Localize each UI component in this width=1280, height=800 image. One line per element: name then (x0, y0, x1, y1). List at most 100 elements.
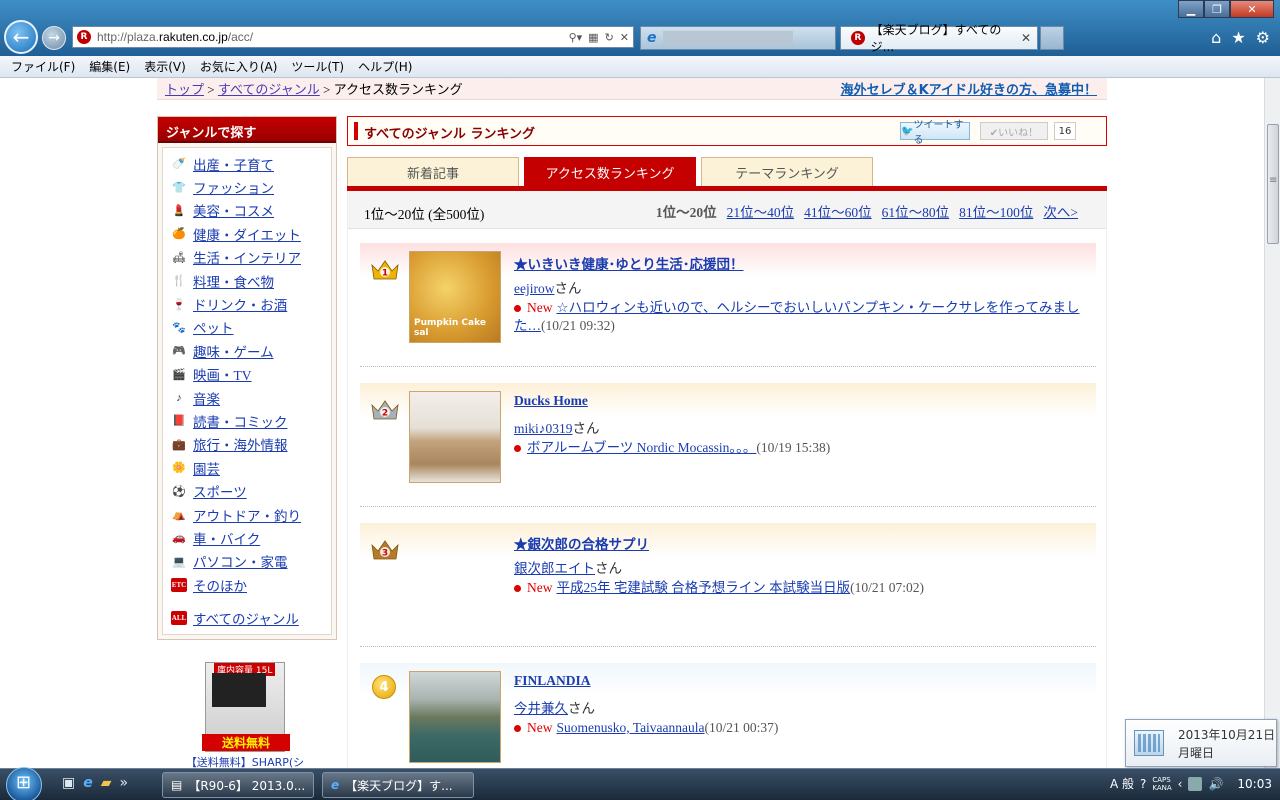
sidebar-item-4[interactable]: 🛋 生活・インテリア (163, 246, 331, 269)
help-icon[interactable]: ? (1140, 777, 1146, 791)
sidebar-item-14[interactable]: ⚽ スポーツ (163, 479, 331, 502)
like-button[interactable]: ✔いいね！ (980, 122, 1048, 140)
close-window-icon[interactable]: ✕ (1230, 0, 1274, 18)
more-quicklaunch-icon[interactable]: » (120, 775, 129, 791)
scroll-thumb[interactable] (1267, 124, 1279, 244)
sidebar-item-label[interactable]: 読書・コミック (193, 411, 288, 431)
vertical-scrollbar[interactable] (1264, 78, 1280, 768)
sidebar-item-1[interactable]: 👕 ファッション (163, 175, 331, 198)
post-title-link[interactable]: ボアルームブーツ Nordic Mocassin。。。 (527, 440, 756, 455)
tab-theme-ranking[interactable]: テーマランキング (701, 157, 873, 187)
refresh-icon[interactable]: ↻ (605, 31, 614, 44)
sidebar-item-13[interactable]: 🌼 園芸 (163, 456, 331, 479)
gear-icon[interactable]: ⚙ (1256, 28, 1270, 47)
ad-caption[interactable]: 【送料無料】SHARP(シ (180, 754, 310, 768)
menu-edit[interactable]: 編集(E) (82, 58, 137, 75)
sidebar-item-2[interactable]: 💄 美容・コスメ (163, 199, 331, 222)
promo-link[interactable]: 海外セレブ＆Kアイドル好きの方、急募中！ (841, 79, 1097, 98)
search-icon[interactable]: ⚲▾ (569, 31, 583, 44)
author-link[interactable]: 銀次郎エイト (514, 561, 595, 576)
clock[interactable]: 10:03 (1237, 777, 1272, 791)
taskbar-item-browser[interactable]: e 【楽天ブログ】す... (322, 772, 474, 798)
sidebar-item-label[interactable]: 出産・子育て (193, 154, 274, 174)
sidebar-item-16[interactable]: 🚗 車・バイク (163, 526, 331, 549)
home-icon[interactable]: ⌂ (1211, 28, 1221, 47)
sidebar-item-label[interactable]: ペット (193, 317, 234, 337)
sidebar-item-label[interactable]: 園芸 (193, 458, 220, 478)
sidebar-item-8[interactable]: 🎮 趣味・ゲーム (163, 339, 331, 362)
minimize-icon[interactable]: ▁ (1178, 0, 1204, 18)
blog-thumbnail[interactable]: Pumpkin Cake sal (409, 251, 501, 343)
pager-link-41-60[interactable]: 41位〜60位 (804, 201, 872, 221)
stop-icon[interactable]: ✕ (620, 31, 629, 44)
ime-mode[interactable]: A 般 (1110, 775, 1134, 792)
sidebar-item-label[interactable]: すべてのジャンル (193, 608, 299, 628)
address-text[interactable]: http://plaza.rakuten.co.jp/acc/ (97, 30, 569, 44)
start-button[interactable] (6, 767, 42, 800)
sidebar-item-15[interactable]: ⛺ アウトドア・釣り (163, 503, 331, 526)
author-link[interactable]: 今井兼久 (514, 701, 568, 716)
ad-banner[interactable]: 庫内容量 15L 送料無料 【送料無料】SHARP(シ (180, 662, 310, 768)
blog-title-link[interactable]: FINLANDIA (514, 673, 591, 689)
blog-thumbnail[interactable] (409, 391, 501, 483)
tray-expand-icon[interactable]: ‹ (1178, 777, 1183, 791)
forward-button[interactable]: → (42, 26, 66, 50)
compat-view-icon[interactable]: ▦ (588, 31, 598, 44)
sidebar-item-label[interactable]: 健康・ダイエット (193, 224, 301, 244)
sidebar-item-18[interactable]: ETC そのほか (163, 573, 331, 596)
address-bar[interactable]: R http://plaza.rakuten.co.jp/acc/ ⚲▾ ▦ ↻… (72, 26, 634, 48)
blog-title-link[interactable]: ★いきいき健康･ゆとり生活･応援団！ (514, 253, 744, 273)
show-desktop-icon[interactable]: ▣ (62, 775, 75, 791)
sidebar-item-label[interactable]: ドリンク・お酒 (193, 294, 287, 314)
menu-tools[interactable]: ツール(T) (284, 58, 351, 75)
blog-title-link[interactable]: Ducks Home (514, 393, 588, 409)
microwave-ad-image[interactable]: 庫内容量 15L 送料無料 (202, 662, 290, 752)
sidebar-item-label[interactable]: 車・バイク (193, 528, 260, 548)
author-link[interactable]: miki♪0319 (514, 421, 573, 436)
blog-thumbnail[interactable] (409, 671, 501, 763)
sidebar-item-label[interactable]: 旅行・海外情報 (193, 434, 288, 454)
sidebar-item-label[interactable]: 生活・インテリア (193, 247, 301, 267)
new-tab-button[interactable] (1040, 26, 1064, 50)
pager-link-21-40[interactable]: 21位〜40位 (727, 201, 795, 221)
pager-link-81-100[interactable]: 81位〜100位 (959, 201, 1033, 221)
tab-new-posts[interactable]: 新着記事 (347, 157, 519, 187)
favorites-star-icon[interactable]: ★ (1231, 28, 1245, 47)
sidebar-item-label[interactable]: 料理・食べ物 (193, 271, 274, 291)
blog-title-link[interactable]: ★銀次郎の合格サプリ (514, 533, 649, 553)
tab-close-icon[interactable]: ✕ (1021, 31, 1031, 45)
folder-quicklaunch-icon[interactable]: ▰ (101, 775, 112, 791)
menu-help[interactable]: ヘルプ(H) (351, 58, 419, 75)
tab-inactive[interactable]: e (640, 26, 836, 50)
post-title-link[interactable]: Suomenusko, Taivaannaula (557, 720, 705, 735)
sidebar-item-6[interactable]: 🍷 ドリンク・お酒 (163, 292, 331, 315)
sidebar-item-label[interactable]: 趣味・ゲーム (193, 341, 274, 361)
sidebar-item-11[interactable]: 📕 読書・コミック (163, 409, 331, 432)
sidebar-item-9[interactable]: 🎬 映画・TV (163, 363, 331, 386)
sidebar-item-all-genres[interactable]: ALL すべてのジャンル (163, 606, 331, 629)
breadcrumb-top-link[interactable]: トップ (165, 82, 204, 97)
tab-active[interactable]: R 【楽天ブログ】すべてのジ... ✕ (840, 23, 1038, 54)
tweet-button[interactable]: 🐦 ツイートする (900, 120, 970, 146)
restore-icon[interactable]: ❐ (1204, 0, 1230, 18)
sidebar-item-10[interactable]: ♪ 音楽 (163, 386, 331, 409)
sidebar-item-7[interactable]: 🐾 ペット (163, 316, 331, 339)
sidebar-item-label[interactable]: そのほか (193, 575, 247, 595)
sidebar-item-17[interactable]: 💻 パソコン・家電 (163, 550, 331, 573)
network-icon[interactable] (1188, 776, 1203, 791)
menu-file[interactable]: ファイル(F) (4, 58, 82, 75)
back-button[interactable]: ← (4, 20, 38, 54)
pager-link-61-80[interactable]: 61位〜80位 (882, 201, 950, 221)
post-title-link[interactable]: 平成25年 宅建試験 合格予想ライン 本試験当日版 (557, 580, 851, 595)
sidebar-item-3[interactable]: 🍊 健康・ダイエット (163, 222, 331, 245)
sidebar-item-label[interactable]: ファッション (193, 177, 274, 197)
pager-next[interactable]: 次へ> (1043, 201, 1078, 221)
ie-quicklaunch-icon[interactable]: e (83, 775, 93, 791)
breadcrumb-all-genres-link[interactable]: すべてのジャンル (218, 82, 320, 97)
sidebar-item-12[interactable]: 💼 旅行・海外情報 (163, 433, 331, 456)
sidebar-item-label[interactable]: パソコン・家電 (193, 551, 288, 571)
author-link[interactable]: eejirow (514, 281, 554, 296)
menu-favorites[interactable]: お気に入り(A) (193, 58, 285, 75)
taskbar-item-document[interactable]: ▤ 【R90-6】 2013.0... (162, 772, 314, 798)
sidebar-item-label[interactable]: 映画・TV (193, 364, 252, 384)
